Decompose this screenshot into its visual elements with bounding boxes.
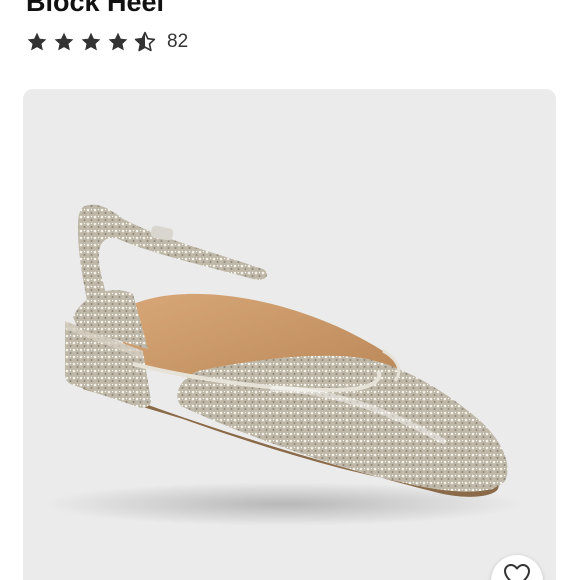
heart-icon [504,564,530,580]
star-rating [26,31,161,53]
review-count[interactable]: 82 [167,31,188,53]
star-icon [81,32,101,51]
product-title: Block Heel [26,0,165,17]
product-page: Block Heel 82 [0,0,580,580]
shoe-image [43,204,523,526]
star-icon [54,32,74,51]
half-star-icon [134,31,156,52]
star-icon [27,32,47,51]
star-icon [108,32,128,51]
product-image[interactable] [23,89,556,580]
rating-row[interactable]: 82 [26,30,188,54]
